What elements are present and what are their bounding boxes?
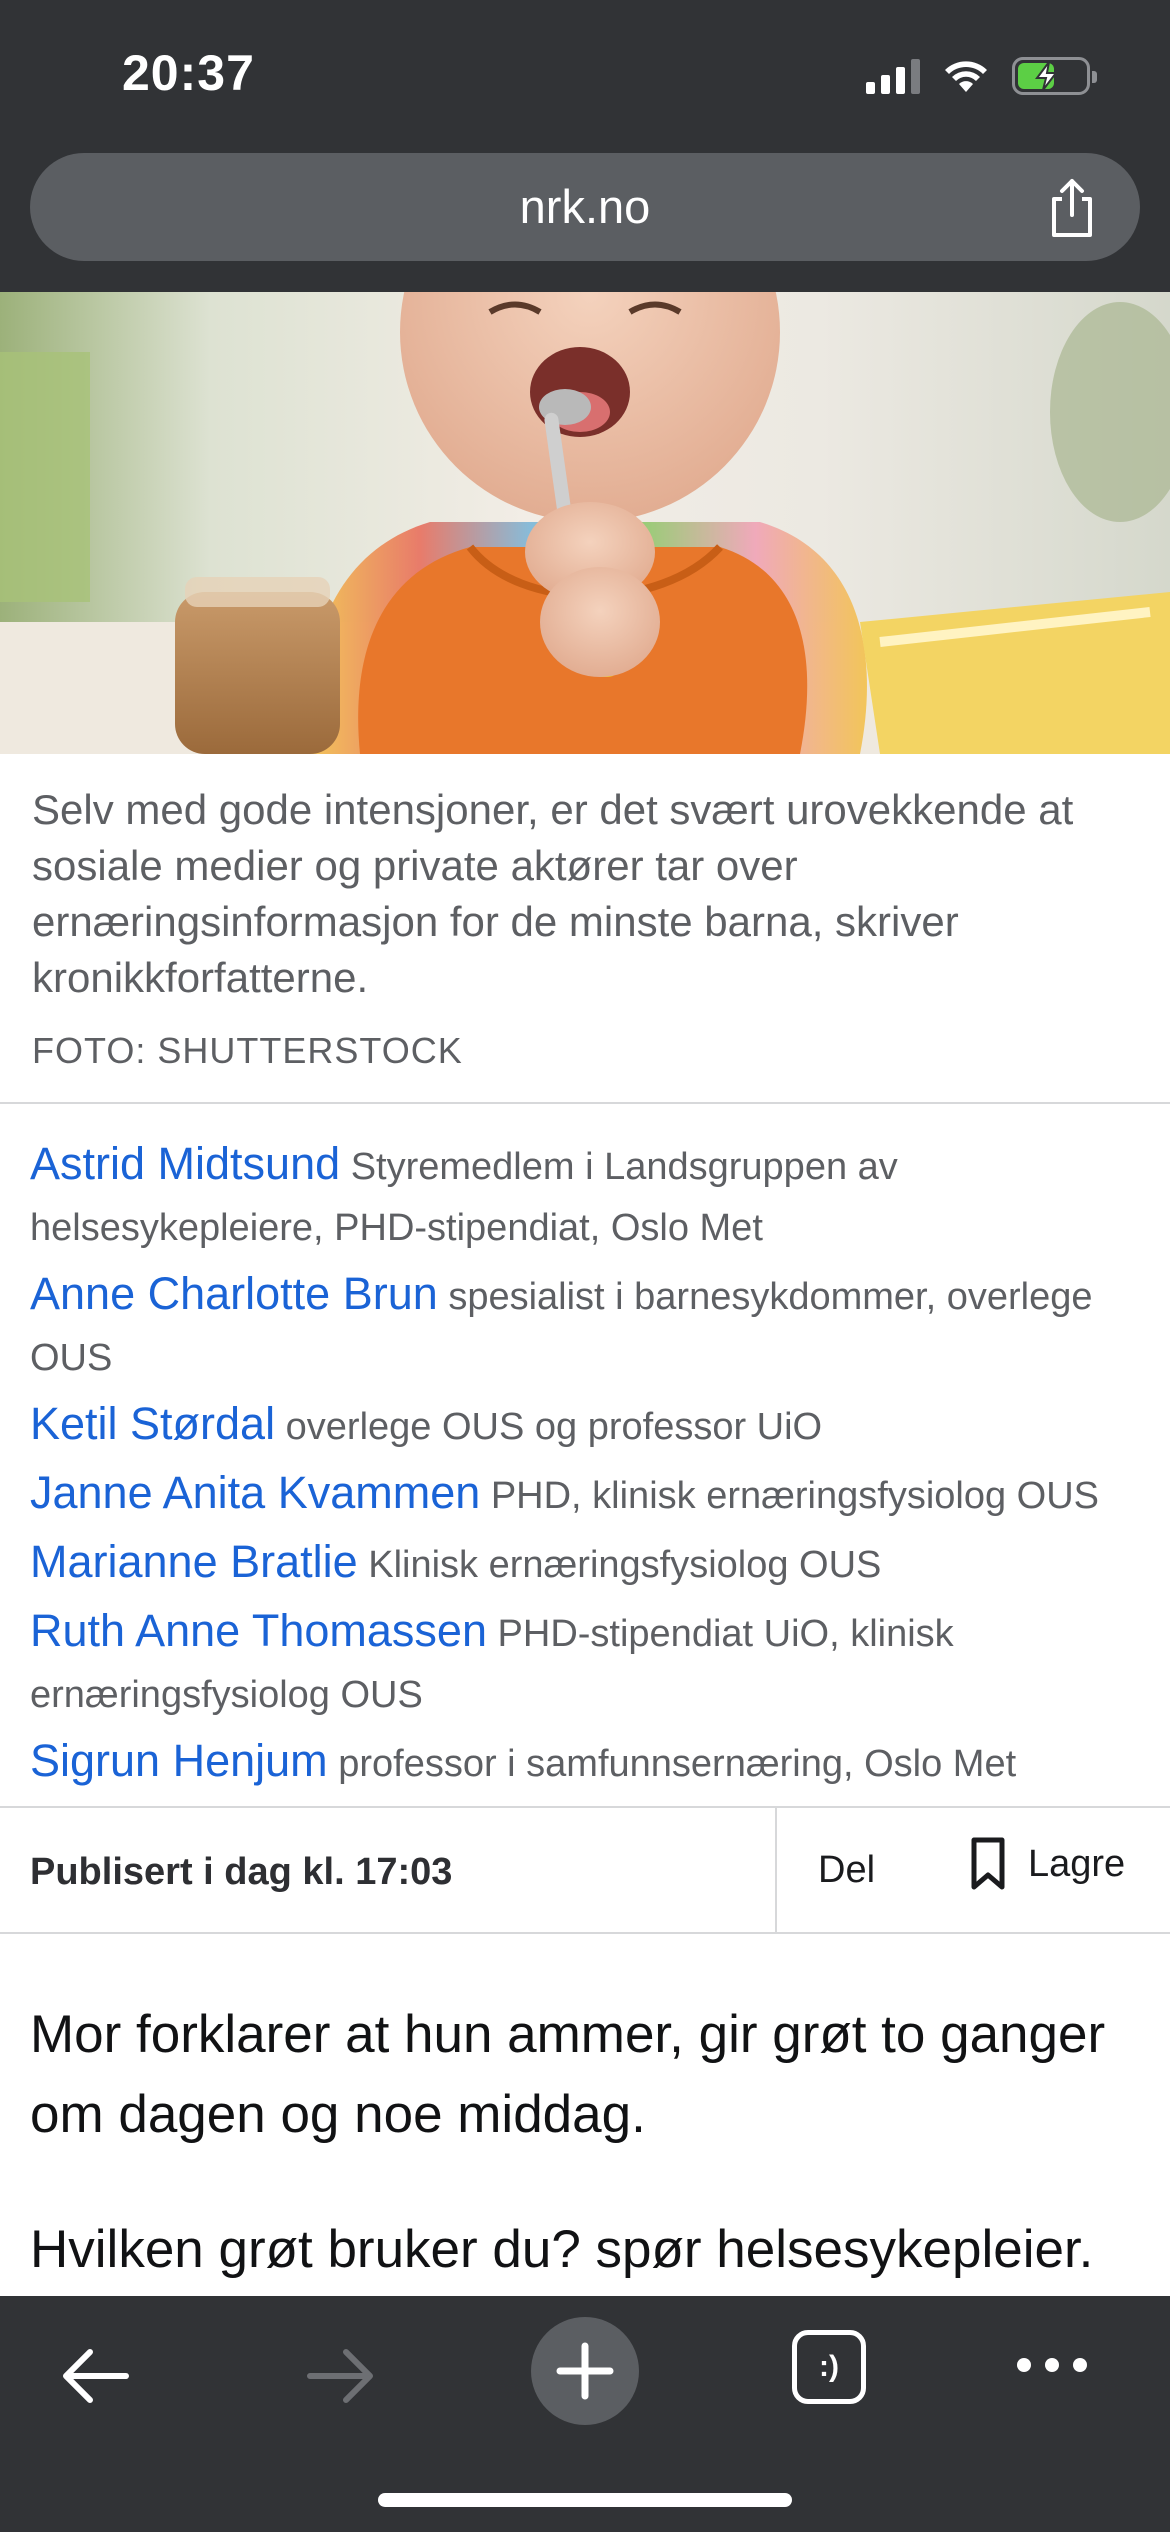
article-paragraph: Hvilken grøt bruker du? spør helsesykepl… — [30, 2220, 1094, 2279]
author-list: Astrid Midtsund Styremedlem i Landsgrupp… — [30, 1133, 1150, 1799]
author-name-link[interactable]: Ketil Størdal — [30, 1398, 275, 1449]
author-name-link[interactable]: Marianne Bratlie — [30, 1536, 358, 1587]
forward-arrow-icon[interactable] — [302, 2338, 378, 2414]
status-time: 20:37 — [122, 45, 255, 101]
author-role: overlege OUS og professor UiO — [285, 1406, 823, 1448]
tabs-icon-label: :) — [819, 2350, 839, 2383]
author-role: PHD, klinisk ernæringsfysiolog OUS — [490, 1475, 1100, 1517]
author-item: Ketil Størdal overlege OUS og professor … — [30, 1393, 1150, 1458]
author-name-link[interactable]: Ruth Anne Thomassen — [30, 1605, 487, 1656]
author-item: Janne Anita Kvammen PHD, klinisk ernærin… — [30, 1462, 1150, 1527]
address-bar[interactable]: nrk.no — [30, 153, 1140, 261]
author-item: Anne Charlotte Brun spesialist i barnesy… — [30, 1263, 1150, 1389]
author-role: professor i samfunnsernæring, Oslo Met — [338, 1743, 1017, 1785]
divider — [0, 1102, 1170, 1104]
author-name-link[interactable]: Sigrun Henjum — [30, 1735, 328, 1786]
author-role: Klinisk ernæringsfysiolog OUS — [368, 1544, 882, 1586]
bookmark-icon — [971, 1837, 1005, 1890]
tabs-button[interactable]: :) — [792, 2330, 866, 2404]
browser-top-chrome: 20:37 nrk.no — [0, 0, 1170, 292]
author-item: Ruth Anne Thomassen PHD-stipendiat UiO, … — [30, 1600, 1150, 1726]
share-icon[interactable] — [1044, 177, 1100, 239]
cellular-signal-icon — [866, 58, 920, 94]
article-paragraph: Mor forklarer at hun ammer, gir grøt to … — [30, 2005, 1106, 2144]
back-arrow-icon[interactable] — [58, 2338, 134, 2414]
author-name-link[interactable]: Janne Anita Kvammen — [30, 1467, 480, 1518]
publish-date: Publisert i dag kl. 17:03 — [30, 1851, 453, 1893]
publish-bar: Publisert i dag kl. 17:03 Del Lagre — [0, 1807, 1170, 1933]
save-label: Lagre — [1028, 1842, 1126, 1885]
article-hero-image — [0, 292, 1170, 754]
status-icons — [866, 54, 1097, 98]
author-name-link[interactable]: Anne Charlotte Brun — [30, 1268, 438, 1319]
home-indicator — [378, 2493, 792, 2507]
author-item: Marianne Bratlie Klinisk ernæringsfysiol… — [30, 1531, 1150, 1596]
more-options-icon[interactable] — [1012, 2350, 1092, 2380]
wifi-icon — [945, 61, 987, 92]
divider — [0, 1932, 1170, 1934]
share-button[interactable]: Del — [818, 1849, 875, 1892]
author-item: Sigrun Henjum professor i samfunnsernæri… — [30, 1730, 1150, 1795]
photo-credit: FOTO: SHUTTERSTOCK — [32, 1030, 463, 1071]
new-tab-plus-icon[interactable] — [530, 2316, 640, 2426]
save-button[interactable]: Lagre — [970, 1837, 1125, 1891]
battery-charging-icon — [1012, 57, 1097, 95]
author-name-link[interactable]: Astrid Midtsund — [30, 1138, 340, 1189]
vertical-divider — [775, 1807, 777, 1933]
url-text[interactable]: nrk.no — [30, 179, 1140, 234]
image-caption: Selv med gode intensjoner, er det svært … — [32, 786, 1074, 1001]
author-item: Astrid Midtsund Styremedlem i Landsgrupp… — [30, 1133, 1150, 1259]
